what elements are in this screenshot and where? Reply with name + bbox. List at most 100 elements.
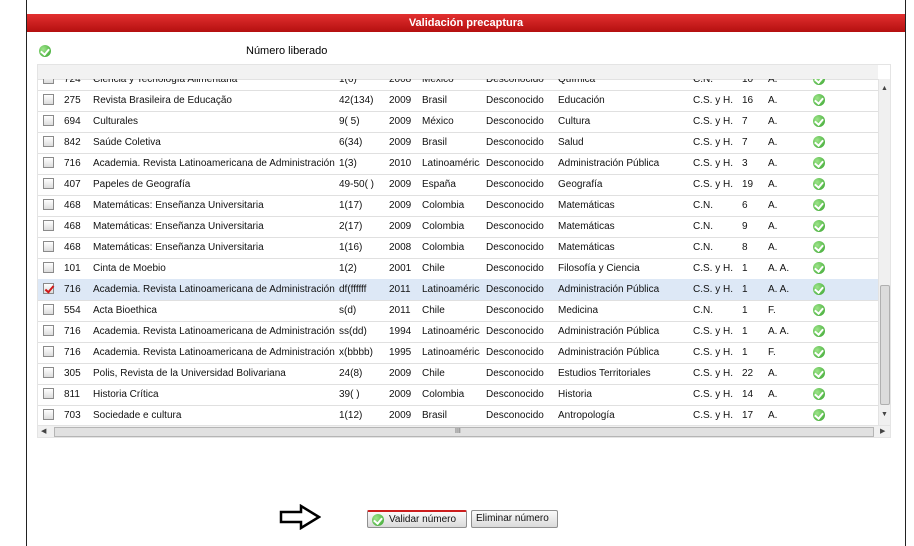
cell-num: 1(17) [339, 200, 363, 211]
scroll-down-icon[interactable]: ▼ [881, 411, 888, 419]
cell-year: 2008 [389, 79, 412, 85]
cell-status: Desconocido [486, 389, 544, 400]
cell-area: C.N. [693, 79, 713, 85]
table-row[interactable]: 842 Saúde Coletiva 6(34) 2009 Brasil Desconoc… [38, 132, 878, 154]
cell-title: Culturales [93, 116, 139, 127]
scroll-right-icon[interactable]: ▶ [880, 428, 885, 436]
table-row[interactable]: 407 Papeles de Geografía 49-50( ) 2009 Españ… [38, 174, 878, 196]
row-checkbox[interactable] [43, 220, 54, 231]
table-row[interactable]: 703 Sociedade e cultura 1(12) 2009 Brasil Des… [38, 405, 878, 425]
cell-year: 2009 [389, 368, 412, 379]
delete-number-button[interactable]: Eliminar número [471, 510, 558, 528]
cell-n: 10 [742, 79, 754, 85]
table-row[interactable]: 468 Matemáticas: Enseñanza Universitaria 2… [38, 216, 878, 238]
cell-country: Colombia [422, 389, 465, 400]
row-checkbox[interactable] [43, 304, 54, 315]
grid-header [38, 65, 878, 80]
cell-n: 16 [742, 95, 754, 106]
scroll-up-icon[interactable]: ▲ [881, 85, 888, 93]
cell-num: 49-50( ) [339, 179, 375, 190]
row-checkbox[interactable] [43, 409, 54, 420]
cell-year: 2011 [389, 284, 411, 295]
table-row[interactable]: 811 Historia Crítica 39( ) 2009 Colombia Desc… [38, 384, 878, 406]
row-checkbox[interactable] [43, 262, 54, 273]
cell-num: 42(134) [339, 95, 374, 106]
check-circle-icon [813, 157, 825, 169]
row-checkbox[interactable] [43, 115, 54, 126]
cell-title: Saúde Coletiva [93, 137, 161, 148]
cell-status: Desconocido [486, 137, 544, 148]
cell-n: 6 [742, 200, 748, 211]
cell-year: 2009 [389, 95, 412, 106]
row-checkbox[interactable] [43, 157, 54, 168]
right-arrow-icon [279, 504, 321, 530]
cell-title: Matemáticas: Enseñanza Universitaria [93, 242, 264, 253]
delete-number-label: Eliminar número [476, 513, 549, 524]
cell-country: México [422, 116, 454, 127]
check-circle-icon [813, 325, 825, 337]
cell-type: F. [768, 305, 776, 316]
cell-year: 2009 [389, 221, 412, 232]
cell-year: 1995 [389, 347, 412, 358]
issues-grid: 724 Ciencia y Tecnología Alimentaria 1(6) 2… [37, 64, 891, 438]
row-checkbox[interactable] [43, 178, 54, 189]
cell-title: Academia. Revista Latinoamericana de Adm… [93, 347, 335, 358]
horizontal-scroll-thumb[interactable]: III [54, 427, 874, 437]
grid-rows: 724 Ciencia y Tecnología Alimentaria 1(6) 2… [38, 79, 878, 425]
cell-status: Desconocido [486, 284, 544, 295]
check-circle-icon [813, 94, 825, 106]
table-row[interactable]: 554 Acta Bioethica s(d) 2011 Chile Desconocid… [38, 300, 878, 322]
row-checkbox[interactable] [43, 388, 54, 399]
cell-subject: Filosofía y Ciencia [558, 263, 640, 274]
cell-area: C.S. y H. [693, 95, 734, 106]
row-checkbox[interactable] [43, 199, 54, 210]
table-row[interactable]: 305 Polis, Revista de la Universidad Boli… [38, 363, 878, 385]
cell-type: A. [768, 116, 778, 127]
row-checkbox[interactable] [43, 136, 54, 147]
table-row[interactable]: 468 Matemáticas: Enseñanza Universitaria 1… [38, 195, 878, 217]
cell-n: 7 [742, 137, 748, 148]
table-row[interactable]: 716 Academia. Revista Latinoamericana de … [38, 279, 878, 301]
horizontal-scrollbar[interactable]: ◀ III ▶ [38, 425, 890, 437]
row-checkbox[interactable] [43, 94, 54, 105]
cell-type: A. [768, 200, 778, 211]
cell-status: Desconocido [486, 221, 544, 232]
scroll-left-icon[interactable]: ◀ [41, 428, 46, 436]
cell-year: 2010 [389, 158, 412, 169]
cell-num: 9( 5) [339, 116, 360, 127]
row-checkbox[interactable] [43, 79, 54, 84]
row-checkbox[interactable] [43, 325, 54, 336]
cell-type: A. [768, 368, 778, 379]
cell-title: Matemáticas: Enseñanza Universitaria [93, 221, 264, 232]
vertical-scroll-thumb[interactable] [880, 285, 890, 405]
table-row[interactable]: 716 Academia. Revista Latinoamericana de … [38, 342, 878, 364]
cell-num: 6(34) [339, 137, 363, 148]
cell-year: 2009 [389, 410, 412, 421]
cell-n: 9 [742, 221, 748, 232]
check-circle-icon [813, 178, 825, 190]
table-row[interactable]: 101 Cinta de Moebio 1(2) 2001 Chile Desconoci… [38, 258, 878, 280]
table-row[interactable]: 275 Revista Brasileira de Educação 42(134)… [38, 90, 878, 112]
table-row[interactable]: 468 Matemáticas: Enseñanza Universitaria 1… [38, 237, 878, 259]
cell-type: A. A. [768, 284, 790, 295]
cell-id: 716 [64, 158, 81, 169]
cell-country: España [422, 179, 456, 190]
row-checkbox[interactable] [43, 241, 54, 252]
cell-n: 17 [742, 410, 754, 421]
cell-subject: Administración Pública [558, 326, 660, 337]
cell-title: Acta Bioethica [93, 305, 157, 316]
row-checkbox[interactable] [43, 346, 54, 357]
table-row[interactable]: 694 Culturales 9( 5) 2009 México Desconocido C… [38, 111, 878, 133]
check-circle-icon [813, 136, 825, 148]
row-checkbox[interactable] [43, 283, 54, 294]
cell-n: 3 [742, 158, 748, 169]
check-circle-icon [813, 115, 825, 127]
cell-area: C.S. y H. [693, 263, 734, 274]
validate-number-button[interactable]: Validar número [367, 510, 467, 528]
cell-type: A. A. [768, 326, 790, 337]
row-checkbox[interactable] [43, 367, 54, 378]
cell-type: A. [768, 389, 778, 400]
vertical-scrollbar[interactable]: ▲ ▼ [878, 79, 890, 425]
table-row[interactable]: 716 Academia. Revista Latinoamericana de … [38, 153, 878, 175]
table-row[interactable]: 716 Academia. Revista Latinoamericana de … [38, 321, 878, 343]
